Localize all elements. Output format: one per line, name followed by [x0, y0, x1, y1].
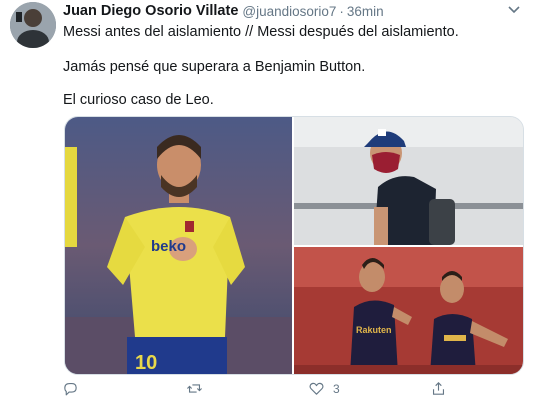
avatar[interactable]	[10, 2, 56, 48]
jersey-number: 10	[135, 352, 157, 374]
media-photo-messi-after[interactable]	[294, 117, 523, 245]
tweet-text-line: Jamás pensé que superara a Benjamin Butt…	[63, 59, 366, 75]
reply-icon	[64, 382, 77, 396]
header-separator: ·	[339, 3, 344, 19]
tweet-header: Juan Diego Osorio Villate @juandiosorio7…	[63, 2, 384, 20]
heart-icon	[309, 382, 324, 395]
like-count: 3	[333, 381, 340, 396]
author-handle[interactable]: @juandiosorio7	[242, 4, 336, 19]
jersey-sponsor-text: Rakuten	[356, 325, 392, 335]
jersey-sponsor-text: beko	[151, 238, 186, 255]
media-photo-messi-before[interactable]: 10 beko	[65, 117, 292, 374]
retweet-button[interactable]	[186, 380, 203, 397]
media-photo-players[interactable]: Rakuten	[294, 247, 523, 374]
share-button[interactable]	[430, 380, 447, 397]
like-button[interactable]: 3	[308, 380, 340, 397]
share-icon	[432, 382, 445, 395]
tweet-actions: 3	[62, 380, 502, 400]
chevron-down-icon[interactable]	[507, 4, 521, 16]
tweet-media-grid: 10 beko Rakuten	[64, 116, 524, 375]
reply-button[interactable]	[62, 380, 79, 397]
tweet-text-line: Messi antes del aislamiento // Messi des…	[63, 24, 459, 40]
author-name[interactable]: Juan Diego Osorio Villate	[63, 3, 238, 19]
retweet-icon	[187, 384, 202, 393]
tweet-timestamp[interactable]: 36min	[347, 4, 384, 19]
tweet-text-line: El curioso caso de Leo.	[63, 92, 214, 108]
